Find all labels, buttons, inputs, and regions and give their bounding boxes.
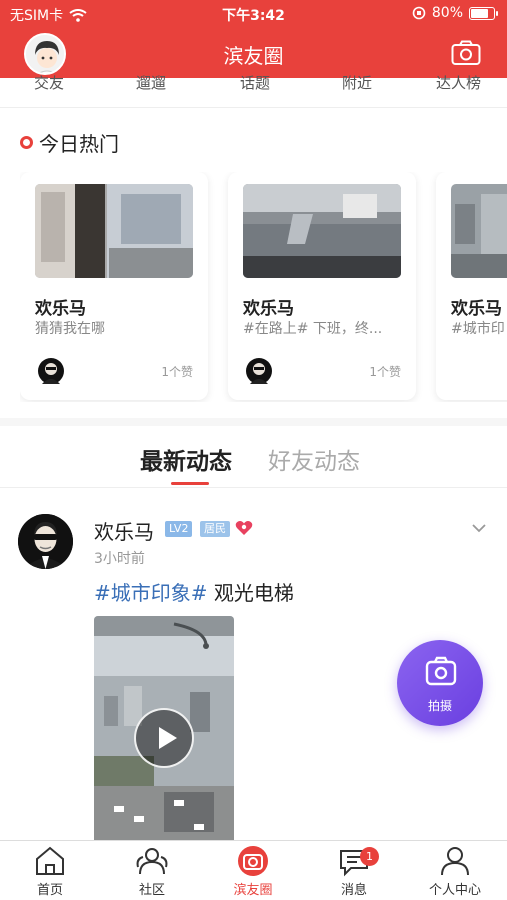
messages-badge: 1 [360, 847, 379, 866]
nav-community-label: 社区 [138, 883, 165, 898]
tab-friends[interactable]: 交友 [34, 72, 64, 93]
feed-tabs: 最新动态 好友动态 [0, 426, 507, 488]
hot-card-likes: 1个赞 [161, 365, 193, 379]
hot-card-avatar [246, 358, 272, 384]
circle-icon [238, 846, 268, 876]
nav-circle-label: 滨友圈 [233, 883, 273, 898]
hot-card-author: 欢乐马 [243, 299, 294, 319]
post-author-avatar[interactable] [18, 514, 73, 569]
hot-card-desc: #在路上# 下班，终... [243, 321, 383, 337]
tab-ranking[interactable]: 达人榜 [436, 72, 481, 93]
category-tabs: 交友 遛遛 话题 附近 达人榜 [0, 74, 507, 108]
hot-card-desc: 猜猜我在哪 [35, 321, 105, 337]
nav-community[interactable]: 社区 [102, 845, 202, 900]
hot-card-avatar [38, 358, 64, 384]
post-text: #城市印象# 观光电梯 [94, 577, 294, 606]
nav-home-label: 首页 [36, 883, 63, 898]
tab-latest[interactable]: 最新动态 [140, 442, 232, 476]
camera-icon [425, 656, 457, 686]
post-video[interactable] [94, 616, 234, 846]
battery-icon [469, 6, 498, 20]
hot-section-title: 今日热门 [20, 128, 119, 157]
role-badge: 居民 [200, 521, 230, 537]
shoot-button[interactable]: 拍摄 [397, 640, 483, 726]
chevron-down-icon[interactable] [471, 520, 487, 536]
hot-card[interactable]: 欢乐马 #城市印 [436, 172, 507, 400]
tab-stroll[interactable]: 遛遛 [136, 72, 166, 93]
hot-card-image [243, 184, 401, 278]
battery-percent: 80% [431, 5, 463, 21]
nav-profile-label: 个人中心 [428, 883, 481, 898]
nav-profile[interactable]: 个人中心 [405, 845, 505, 900]
post-body: 观光电梯 [207, 581, 294, 605]
play-icon[interactable] [134, 708, 194, 768]
home-icon [36, 846, 64, 875]
post-time: 3小时前 [94, 551, 145, 567]
post-author-name[interactable]: 欢乐马 [94, 516, 154, 545]
hot-card[interactable]: 欢乐马 #在路上# 下班，终... 1个赞 [228, 172, 416, 400]
active-tab-indicator [171, 482, 209, 485]
hot-title-text: 今日热门 [39, 132, 119, 156]
app-header: 无SIM卡 下午3:42 80% 滨友圈 [0, 0, 507, 78]
hot-card-author: 欢乐马 [35, 299, 86, 319]
tab-friend-feed[interactable]: 好友动态 [268, 442, 360, 476]
hot-card-image [35, 184, 193, 278]
hot-card[interactable]: 欢乐马 猜猜我在哪 1个赞 [20, 172, 208, 400]
camera-icon[interactable] [451, 40, 481, 66]
page-title: 滨友圈 [223, 44, 284, 68]
level-badge: LV2 [165, 521, 193, 537]
tab-nearby[interactable]: 附近 [342, 72, 372, 93]
nav-bar: 滨友圈 [0, 30, 507, 76]
nav-messages[interactable]: 1 消息 [304, 845, 404, 900]
section-divider [0, 418, 507, 426]
post-hashtag[interactable]: #城市印象# [94, 581, 208, 605]
hot-card-desc: #城市印 [451, 321, 505, 337]
shoot-label: 拍摄 [427, 699, 452, 713]
bottom-nav: 首页 社区 滨友圈 1 消息 个人中心 [0, 840, 507, 900]
nav-home[interactable]: 首页 [0, 845, 100, 900]
ring-icon [20, 136, 33, 149]
hot-card-likes: 1个赞 [369, 365, 401, 379]
nav-messages-label: 消息 [340, 883, 367, 898]
hot-cards: 欢乐马 猜猜我在哪 1个赞 欢乐马 #在路上# 下班，终... 1个赞 欢乐马 … [20, 172, 507, 402]
hot-card-image [451, 184, 507, 278]
person-icon [441, 847, 469, 876]
tab-topics[interactable]: 话题 [240, 72, 270, 93]
community-icon [136, 848, 168, 875]
status-bar: 无SIM卡 下午3:42 80% [0, 0, 507, 28]
heart-badge-icon [235, 521, 253, 535]
hot-card-author: 欢乐马 [451, 299, 502, 319]
nav-circle[interactable]: 滨友圈 [203, 845, 303, 900]
orientation-lock-icon [412, 6, 426, 20]
